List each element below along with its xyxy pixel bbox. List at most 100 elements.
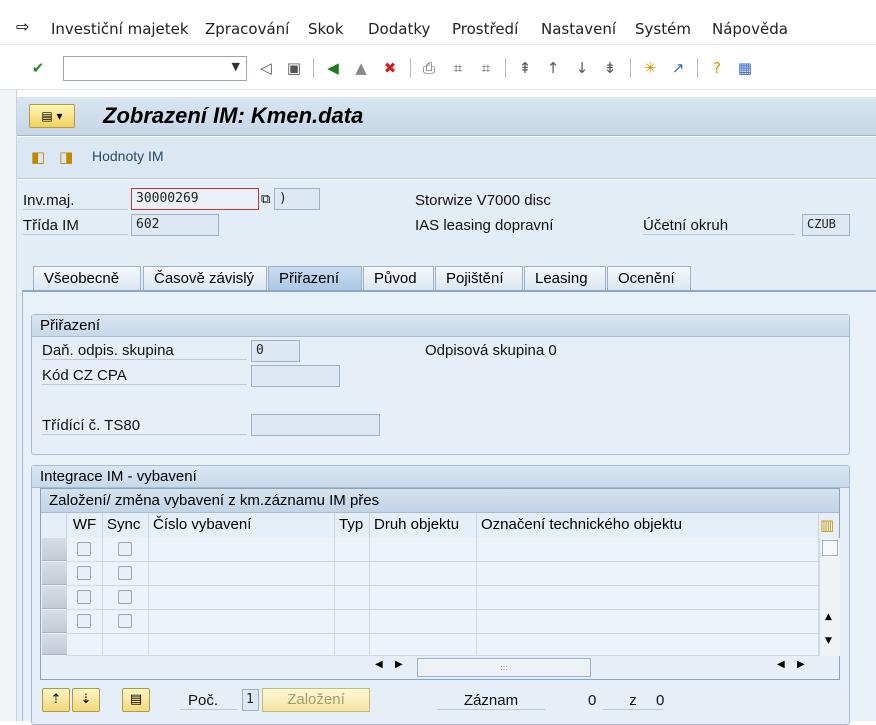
tab-oceneni[interactable]: Ocenění: [607, 266, 691, 291]
scroll-up-icon[interactable]: ▲: [825, 612, 832, 622]
save-icon[interactable]: ▣: [284, 58, 304, 78]
table-cell[interactable]: [335, 538, 370, 562]
chevron-down-icon[interactable]: ▼: [232, 60, 240, 73]
cpa-code-field: [251, 365, 340, 387]
asset-values-button[interactable]: Hodnoty IM: [92, 148, 164, 164]
previous-asset-icon[interactable]: ◧: [31, 148, 45, 166]
tab-casove-zavisly[interactable]: Časově závislý: [143, 266, 267, 291]
table-cell[interactable]: [335, 610, 370, 634]
table-cell[interactable]: [149, 562, 335, 586]
tab-leasing[interactable]: Leasing: [524, 266, 606, 291]
previous-page-icon[interactable]: ↑: [543, 58, 563, 78]
table-cell[interactable]: [370, 538, 477, 562]
print-icon[interactable]: ⎙: [419, 58, 439, 78]
column-header-sync[interactable]: Sync: [103, 513, 149, 538]
table-settings-icon[interactable]: ▥: [820, 516, 834, 534]
layout-menu-icon[interactable]: ▦: [735, 58, 755, 78]
delete-row-button[interactable]: ▤: [122, 688, 150, 712]
wf-checkbox[interactable]: [77, 614, 91, 628]
table-cell[interactable]: [477, 586, 819, 610]
tab-pojisteni[interactable]: Pojištění: [435, 266, 523, 291]
vertical-scrollbar[interactable]: ▲ ▼: [819, 538, 840, 656]
find-icon[interactable]: ⌗: [448, 58, 468, 78]
cancel-icon[interactable]: ✖: [380, 58, 400, 78]
find-next-icon[interactable]: ⌗: [476, 58, 496, 78]
menu-prostredi[interactable]: Prostředí: [452, 20, 518, 38]
table-cell[interactable]: [335, 562, 370, 586]
row-selector[interactable]: [42, 538, 67, 561]
asset-number-field[interactable]: 30000269: [131, 188, 259, 210]
next-page-icon[interactable]: ↓: [572, 58, 592, 78]
collapse-arrow-icon[interactable]: ◁: [256, 58, 276, 78]
table-cell[interactable]: [370, 610, 477, 634]
count-field[interactable]: 1: [242, 689, 259, 711]
column-header-wf[interactable]: WF: [67, 513, 103, 538]
column-header-technical-object[interactable]: Označení technického objektu: [477, 513, 819, 538]
tab-prirazeni[interactable]: Přiřazení: [268, 266, 362, 292]
sync-checkbox[interactable]: [118, 590, 132, 604]
column-header-type[interactable]: Typ: [335, 513, 370, 538]
table-cell[interactable]: [370, 586, 477, 610]
select-all-header[interactable]: [41, 513, 67, 538]
table-cell: [103, 634, 149, 656]
next-asset-icon[interactable]: ◨: [59, 148, 73, 166]
scroll-thumb[interactable]: [822, 540, 838, 556]
move-down-button[interactable]: ⇣: [72, 688, 100, 712]
table-cell[interactable]: [149, 610, 335, 634]
row-selector[interactable]: [42, 610, 67, 633]
sync-checkbox[interactable]: [118, 614, 132, 628]
enter-check-icon[interactable]: ✔: [28, 58, 48, 78]
table-cell[interactable]: [477, 562, 819, 586]
asset-subnumber-field[interactable]: ): [274, 188, 320, 210]
table-cell[interactable]: [335, 586, 370, 610]
column-header-equipment-number[interactable]: Číslo vybavení: [149, 513, 335, 538]
sync-checkbox[interactable]: [118, 542, 132, 556]
separator: [697, 58, 698, 78]
table-cell[interactable]: [149, 538, 335, 562]
wf-checkbox[interactable]: [77, 542, 91, 556]
command-field[interactable]: ▼: [63, 56, 247, 81]
table-cell[interactable]: [370, 562, 477, 586]
horizontal-scrollbar[interactable]: ◀ ▶ ::: ◀ ▶: [371, 656, 821, 679]
menu-dodatky[interactable]: Dodatky: [368, 20, 430, 38]
column-header-object-type[interactable]: Druh objektu: [370, 513, 477, 538]
exit-icon[interactable]: ▲: [351, 58, 371, 78]
menu-zpracovani[interactable]: Zpracování: [205, 20, 289, 38]
table-cell: [103, 586, 149, 610]
first-page-icon[interactable]: ⇞: [515, 58, 535, 78]
back-icon[interactable]: ◀: [323, 58, 343, 78]
copy-icon[interactable]: ⧉: [261, 192, 270, 207]
scroll-right-end-icon[interactable]: ▶: [797, 659, 805, 670]
shortcut-icon[interactable]: ↗: [668, 58, 688, 78]
table-cell[interactable]: [477, 610, 819, 634]
tab-vseobecne[interactable]: Všeobecně: [33, 266, 141, 291]
table-cell: [103, 610, 149, 634]
menu-skok[interactable]: Skok: [308, 20, 344, 38]
scroll-down-icon[interactable]: ▼: [825, 636, 832, 646]
system-menu-icon[interactable]: ⇨: [16, 17, 29, 36]
menu-nastaveni[interactable]: Nastavení: [541, 20, 616, 38]
create-button[interactable]: Založení: [262, 688, 370, 712]
scroll-left-end-icon[interactable]: ◀: [777, 659, 785, 670]
row-selector[interactable]: [42, 634, 67, 655]
menu-system[interactable]: Systém: [635, 20, 691, 38]
row-selector[interactable]: [42, 562, 67, 585]
screen-menu-icon[interactable]: ▤ ▾: [29, 104, 75, 128]
sync-checkbox[interactable]: [118, 566, 132, 580]
menu-napoveda[interactable]: Nápověda: [712, 20, 788, 38]
table-cell[interactable]: [477, 538, 819, 562]
horizontal-scroll-thumb[interactable]: :::: [417, 658, 591, 677]
menu-investicni-majetek[interactable]: Investiční majetek: [51, 20, 189, 38]
move-up-button[interactable]: ⇡: [42, 688, 70, 712]
table-cell[interactable]: [149, 586, 335, 610]
wf-checkbox[interactable]: [77, 590, 91, 604]
scroll-left-icon[interactable]: ◀: [375, 659, 383, 670]
help-icon[interactable]: ?: [707, 58, 727, 78]
scroll-right-icon[interactable]: ▶: [395, 659, 403, 670]
cpa-code-label: Kód CZ CPA: [42, 367, 247, 385]
row-selector[interactable]: [42, 586, 67, 609]
last-page-icon[interactable]: ⇟: [600, 58, 620, 78]
tab-puvod[interactable]: Původ: [363, 266, 434, 291]
wf-checkbox[interactable]: [77, 566, 91, 580]
new-session-icon[interactable]: ✳: [640, 58, 660, 78]
